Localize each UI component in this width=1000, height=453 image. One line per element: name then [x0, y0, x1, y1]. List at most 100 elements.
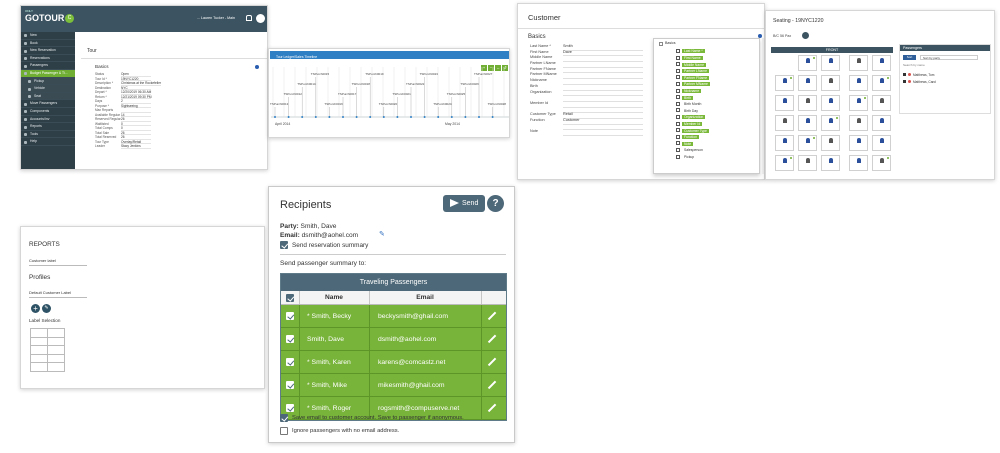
- seat[interactable]: [849, 55, 868, 71]
- event-point[interactable]: [464, 116, 467, 118]
- user-name[interactable]: ... Lauren Tucker - Main: [197, 16, 235, 20]
- seat[interactable]: [821, 155, 840, 171]
- passenger-search[interactable]: Search by name: [903, 63, 925, 67]
- field-toggle-option[interactable]: Middle Name: [676, 62, 706, 67]
- seat[interactable]: [872, 75, 891, 91]
- seat[interactable]: [872, 55, 891, 71]
- seat[interactable]: [849, 115, 868, 131]
- event-point[interactable]: [396, 116, 399, 118]
- avatar[interactable]: [256, 14, 265, 23]
- option-checkbox[interactable]: [676, 148, 680, 152]
- edit-pencil-icon[interactable]: [488, 358, 497, 367]
- field-toggle-option[interactable]: Customer Type: [676, 128, 709, 133]
- seat[interactable]: [775, 95, 794, 111]
- seat[interactable]: [798, 55, 817, 71]
- label-cell[interactable]: [48, 363, 65, 372]
- field-toggle-option[interactable]: Function: [676, 134, 700, 140]
- event-point[interactable]: [491, 116, 494, 118]
- profile-select[interactable]: Default Customer Label: [29, 290, 71, 295]
- passenger-row[interactable]: Matthews, Tom: [903, 73, 934, 77]
- label-cell[interactable]: [48, 354, 65, 363]
- event-point[interactable]: [274, 116, 276, 118]
- field-toggle-option[interactable]: Partner MName: [676, 82, 710, 87]
- select-all-checkbox[interactable]: [286, 294, 294, 302]
- option-checkbox[interactable]: [676, 128, 680, 133]
- label-cell[interactable]: [31, 337, 48, 346]
- field-toggle-option[interactable]: First Name: [676, 55, 703, 61]
- table-row[interactable]: * Smith, Karen karens@comcastz.net: [281, 351, 506, 374]
- sidebar-item[interactable]: Reservations: [21, 55, 75, 63]
- field-toggle-option[interactable]: Birth Day: [676, 108, 700, 113]
- option-checkbox[interactable]: [676, 68, 680, 73]
- event-point[interactable]: [314, 116, 317, 118]
- seat[interactable]: [872, 115, 891, 131]
- field-toggle-option[interactable]: Pickup: [676, 154, 696, 160]
- event-point[interactable]: [450, 116, 453, 118]
- seat[interactable]: [872, 155, 891, 171]
- edit-pencil-icon[interactable]: [488, 404, 497, 413]
- sidebar-item[interactable]: Budget Passenger & Ti...: [21, 69, 75, 78]
- label-cell[interactable]: [48, 337, 65, 346]
- sort-select[interactable]: Sort by party: [920, 55, 978, 60]
- field-toggle-option[interactable]: Birth: [676, 95, 693, 100]
- sidebar-item[interactable]: Move Passengers: [21, 100, 75, 108]
- passenger-row[interactable]: Matthews, Carol: [903, 80, 936, 84]
- label-cell[interactable]: [31, 354, 48, 363]
- label-cell[interactable]: [31, 346, 48, 355]
- option-checkbox[interactable]: [676, 101, 680, 106]
- option-checkbox[interactable]: [676, 134, 680, 139]
- add-profile-button[interactable]: +: [31, 304, 40, 313]
- bus-select[interactable]: B/C 56 Pax: [773, 34, 791, 38]
- option-checkbox[interactable]: [676, 55, 680, 60]
- option-checkbox[interactable]: [676, 88, 680, 93]
- seat[interactable]: [872, 135, 891, 151]
- seat[interactable]: [798, 95, 817, 111]
- event-point[interactable]: [342, 116, 344, 118]
- table-row[interactable]: * Smith, Becky beckysmith@ghail.com: [281, 305, 506, 328]
- seat[interactable]: [821, 75, 840, 91]
- seat[interactable]: [775, 75, 794, 91]
- table-row[interactable]: * Smith, Mike mikesmith@ghail.com: [281, 374, 506, 397]
- label-cell[interactable]: [31, 329, 48, 338]
- seat[interactable]: [821, 115, 840, 131]
- sidebar-item[interactable]: Seat: [21, 92, 75, 101]
- option-checkbox[interactable]: [676, 82, 680, 86]
- option-checkbox[interactable]: [676, 121, 680, 126]
- sidebar-item[interactable]: Pickup: [21, 77, 75, 86]
- row-checkbox[interactable]: [286, 358, 294, 366]
- seat[interactable]: [821, 95, 840, 111]
- edit-profile-button[interactable]: ✎: [42, 304, 51, 313]
- tab-tour[interactable]: Tour: [87, 48, 97, 54]
- event-point[interactable]: [287, 116, 290, 118]
- seat[interactable]: [821, 55, 840, 71]
- edit-pencil-icon[interactable]: [488, 381, 497, 390]
- send-button[interactable]: Send: [443, 195, 485, 212]
- sidebar-item[interactable]: New Reservation: [21, 47, 75, 55]
- sidebar-item[interactable]: Tools: [21, 131, 75, 139]
- sidebar-item[interactable]: Reports: [21, 123, 75, 131]
- seat[interactable]: [849, 155, 868, 171]
- event-point[interactable]: [382, 116, 385, 118]
- option-checkbox[interactable]: [676, 154, 680, 159]
- sidebar-item[interactable]: Vehicle: [21, 85, 75, 93]
- row-checkbox[interactable]: [286, 404, 294, 412]
- seat[interactable]: [821, 135, 840, 151]
- edit-pencil-icon[interactable]: [488, 335, 497, 344]
- seat[interactable]: [775, 155, 794, 171]
- field-value[interactable]: Stacy Jenkins: [121, 144, 151, 149]
- field-toggle-option[interactable]: Partner LName: [676, 68, 709, 74]
- field-toggle-option[interactable]: Member Id: [676, 121, 703, 127]
- seat[interactable]: [849, 75, 868, 91]
- sidebar-item[interactable]: Help: [21, 138, 75, 146]
- field-value[interactable]: [563, 130, 643, 136]
- option-checkbox[interactable]: [676, 115, 680, 119]
- report-type-select[interactable]: Customer label: [29, 258, 56, 263]
- table-row[interactable]: Smith, Dave dsmith@aohel.com: [281, 328, 506, 351]
- event-point[interactable]: [478, 116, 480, 118]
- field-toggle-option[interactable]: Salesperson: [676, 148, 705, 153]
- sidebar-item[interactable]: Components: [21, 108, 75, 116]
- help-button[interactable]: ?: [487, 195, 504, 212]
- label-selection-grid[interactable]: [30, 328, 65, 372]
- row-checkbox[interactable]: [286, 381, 294, 389]
- seat[interactable]: [798, 75, 817, 91]
